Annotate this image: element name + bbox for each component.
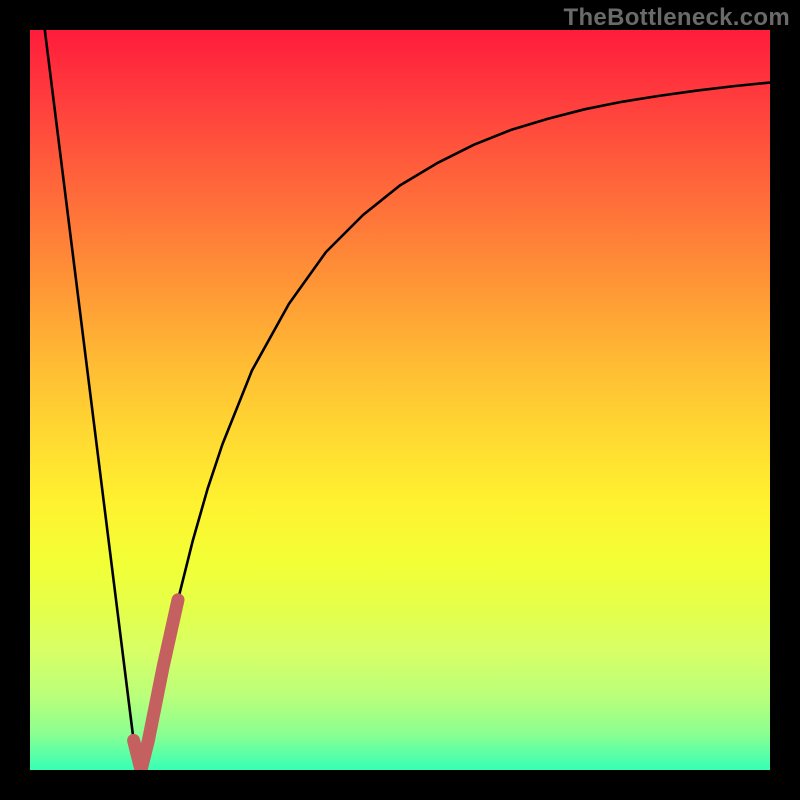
bottleneck-curve-path (45, 30, 770, 770)
watermark-text: TheBottleneck.com (564, 4, 790, 32)
plot-area (30, 30, 770, 770)
curve-layer (30, 30, 770, 770)
highlight-segment-path (134, 600, 178, 770)
chart-frame: TheBottleneck.com (0, 0, 800, 800)
